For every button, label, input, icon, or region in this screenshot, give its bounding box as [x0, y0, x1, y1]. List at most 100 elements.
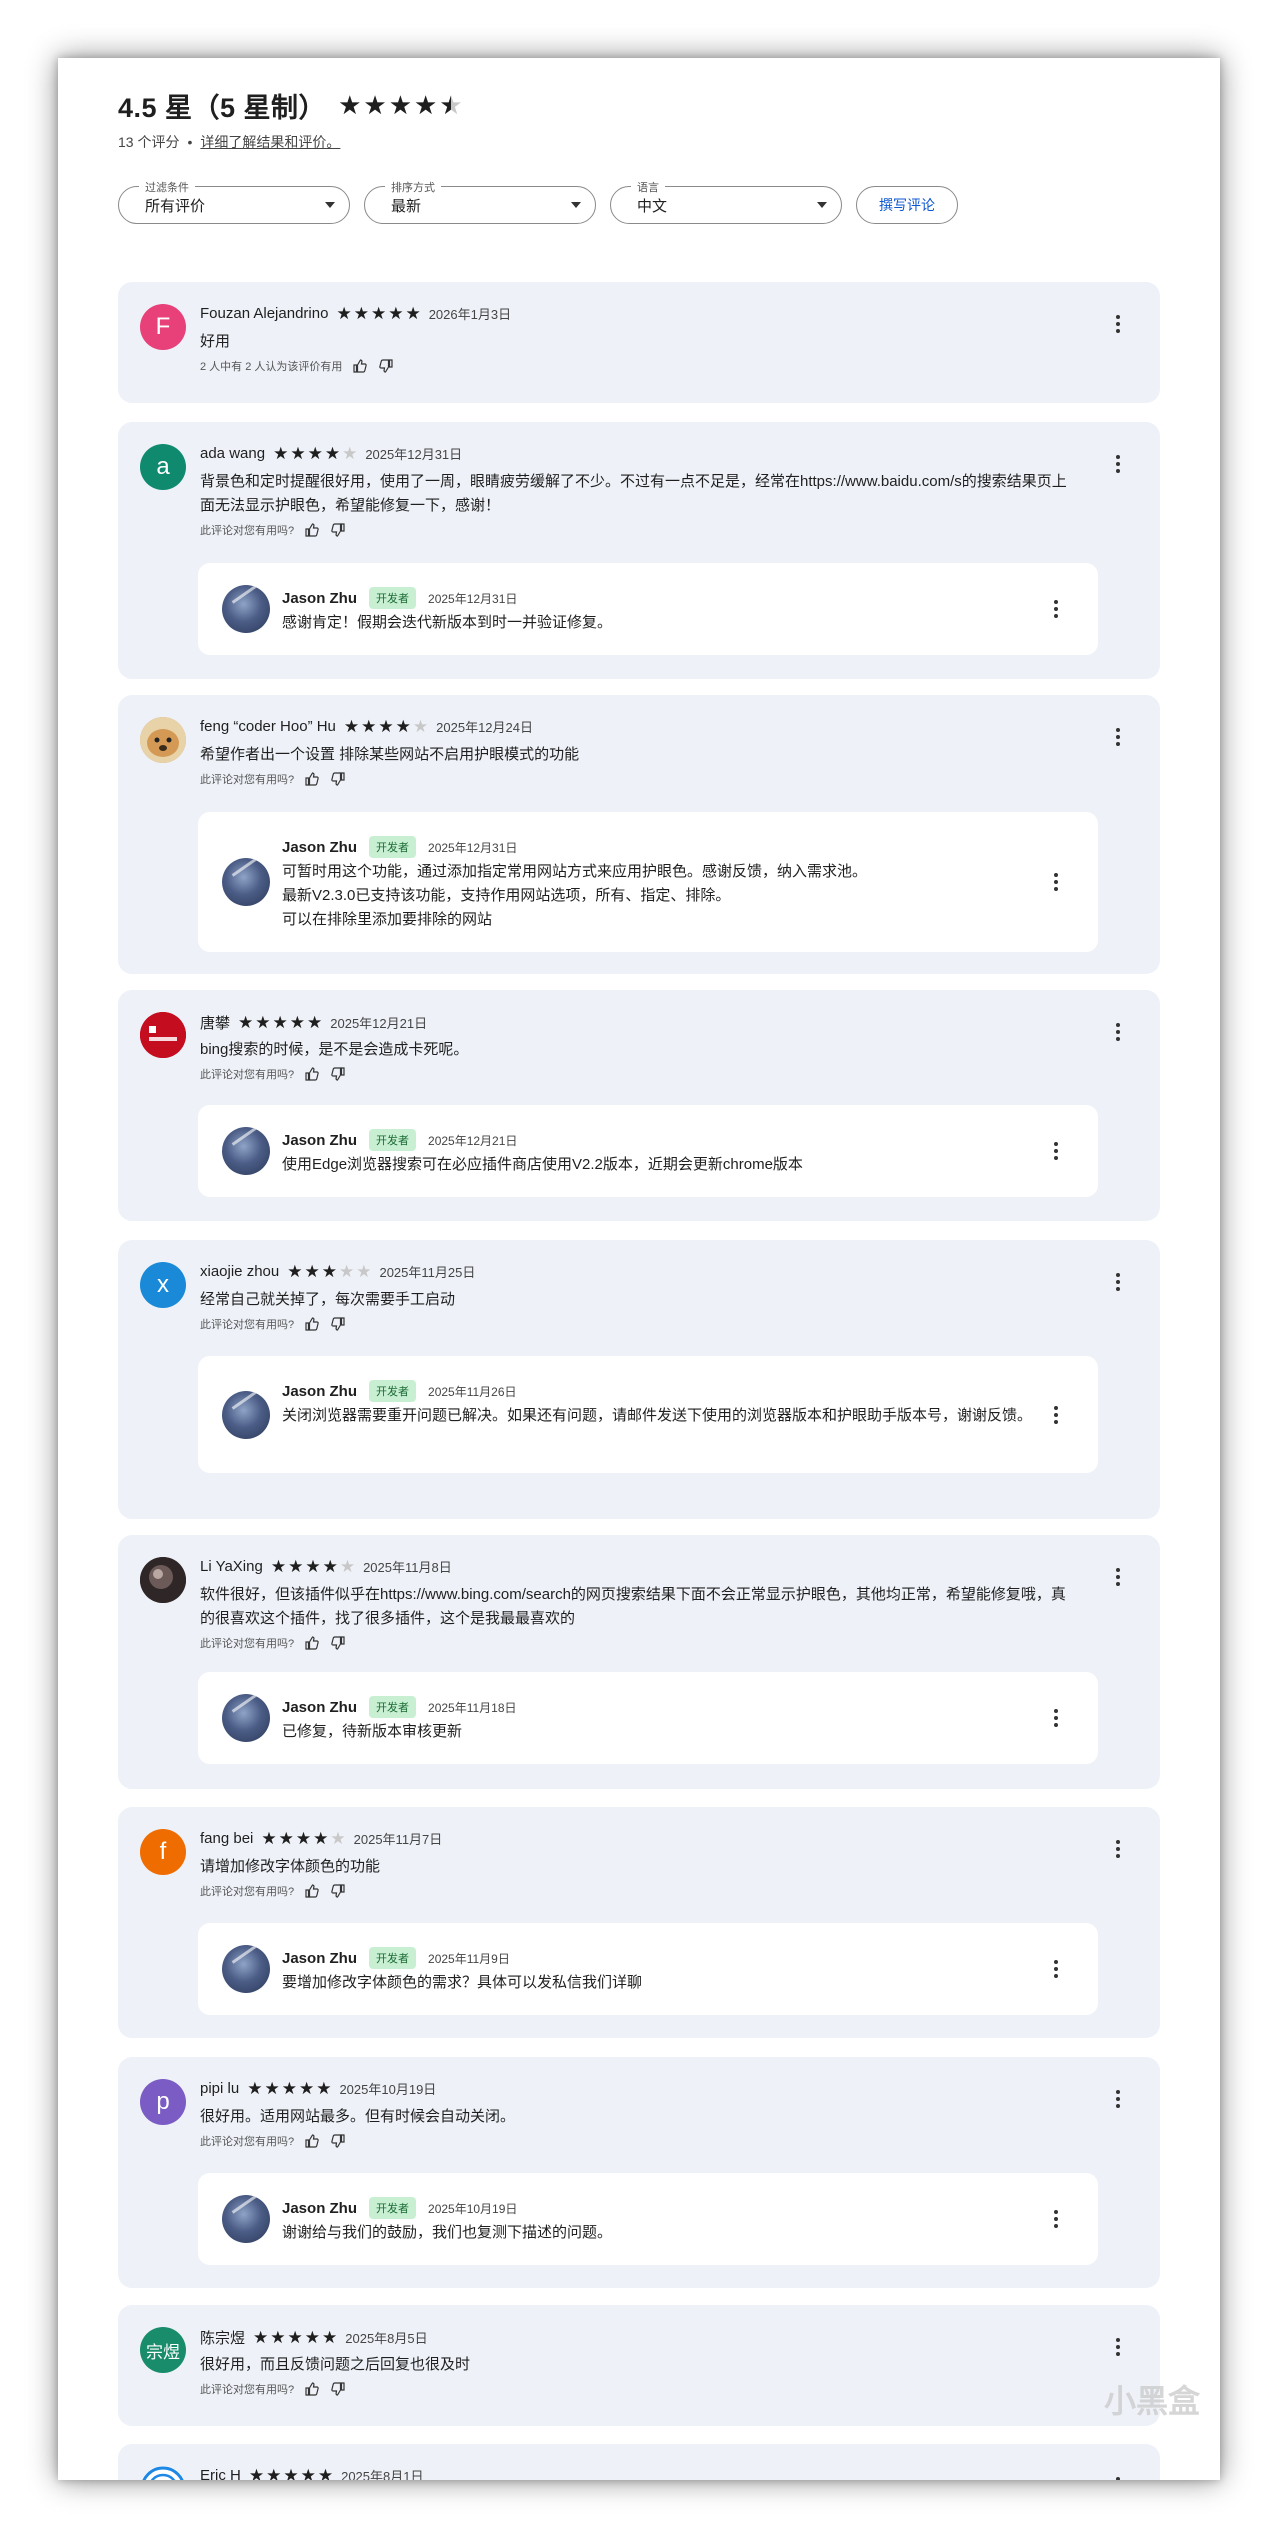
review-author: Eric H: [200, 2467, 241, 2480]
review-date: 2025年8月1日: [341, 2469, 424, 2480]
reply-date: 2025年11月26日: [428, 1384, 517, 1399]
more-options-icon[interactable]: [1106, 1020, 1130, 1044]
more-options-icon[interactable]: [1044, 597, 1068, 621]
thumbs-up-icon[interactable]: [304, 2381, 320, 2397]
thumbs-down-icon[interactable]: [330, 2381, 346, 2397]
review-stars: ★★★★★★★★★★: [247, 2080, 331, 2097]
thumbs-up-icon[interactable]: [304, 1635, 320, 1651]
thumbs-up-icon[interactable]: [304, 522, 320, 538]
avatar-initial: a: [156, 453, 170, 480]
review-stars: ★★★★★★★★★★: [249, 2467, 333, 2480]
more-options-icon[interactable]: [1106, 2087, 1130, 2111]
review-author: Li YaXing: [200, 1558, 263, 1575]
helpful-text: 此评论对您有用吗?: [200, 1886, 295, 1898]
star-icon: ★★: [304, 2328, 321, 2347]
developer-badge: 开发者: [369, 836, 417, 858]
reply-author: Jason Zhu: [282, 2199, 358, 2217]
more-options-icon[interactable]: [1044, 1139, 1068, 1163]
reply-text-line: 谢谢给与我们的鼓励，我们也复测下描述的问题。: [282, 2224, 613, 2241]
review-card: 宗煜 陈宗煜 ★ ★ ★ ★ ★ ★ ★ ★ ★ ★ 2025年8月5日 很好用，而且反馈问题之后回复也很…: [118, 2305, 1160, 2426]
reply-author: Jason Zhu: [282, 1131, 358, 1149]
chevron-down-icon: [571, 202, 581, 208]
star-icon: ★★: [261, 1829, 277, 1848]
thumbs-down-icon[interactable]: [330, 1635, 346, 1651]
thumbs-up-icon[interactable]: [304, 2133, 320, 2149]
star-icon: ★★: [304, 1262, 320, 1281]
thumbs-up-icon[interactable]: [352, 358, 368, 374]
developer-reply: Jason Zhu 开发者 2025年12月21日 使用Edge浏览器搜索可在必应插件…: [198, 1105, 1098, 1197]
review-stars: ★★★★★★★★★★: [261, 1830, 345, 1847]
star-icon: ★★: [353, 304, 369, 323]
star-icon: ★★: [363, 90, 387, 120]
star-icon: ★★: [330, 1829, 346, 1848]
more-options-icon[interactable]: [1044, 1706, 1068, 1730]
more-options-icon[interactable]: [1106, 1565, 1130, 1589]
helpful-text: 此评论对您有用吗?: [200, 774, 295, 786]
language-select[interactable]: 语言 中文: [610, 179, 842, 224]
helpful-text: 2 人中有 2 人认为该评价有用: [200, 361, 343, 373]
filter-select-value: 所有评价: [145, 197, 206, 215]
thumbs-down-icon[interactable]: [330, 522, 346, 538]
avatar: [140, 1012, 186, 1058]
avatar: [140, 1557, 186, 1603]
more-options-icon[interactable]: [1044, 870, 1068, 894]
review-header: Li YaXing★★★★★★★★★★2025年11月8日: [200, 1557, 452, 1576]
more-options-icon[interactable]: [1106, 2474, 1130, 2480]
avatar: 宗煜: [140, 2327, 186, 2373]
rating-subline: 13 个评分 • 详细了解结果和评价。: [118, 132, 1160, 152]
helpful-text: 此评论对您有用吗?: [200, 1319, 295, 1331]
avatar: p: [140, 2079, 186, 2125]
thumbs-up-icon[interactable]: [304, 1316, 320, 1332]
thumbs-up-icon[interactable]: [304, 1066, 320, 1082]
reply-text-line: 已修复，待新版本审核更新: [282, 1723, 463, 1740]
reply-date: 2025年12月31日: [428, 840, 518, 855]
star-icon: ★★: [264, 2079, 280, 2098]
star-icon: ★★: [253, 2328, 269, 2347]
more-options-icon[interactable]: [1106, 1270, 1130, 1294]
helpful-row: 此评论对您有用吗?: [200, 1635, 346, 1651]
developer-badge: 开发者: [369, 1129, 417, 1151]
more-options-icon[interactable]: [1044, 2207, 1068, 2231]
chevron-down-icon: [817, 202, 827, 208]
thumbs-up-icon[interactable]: [304, 771, 320, 787]
developer-badge: 开发者: [369, 1696, 417, 1718]
developer-reply: Jason Zhu 开发者 2025年12月31日 感谢肯定！假期会迭代新版本到时一并…: [198, 563, 1098, 655]
thumbs-down-icon[interactable]: [330, 771, 346, 787]
write-review-button[interactable]: 撰写评论: [856, 186, 958, 224]
thumbs-down-icon[interactable]: [330, 2133, 346, 2149]
reply-author: Jason Zhu: [282, 1949, 358, 1967]
thumbs-down-icon[interactable]: [330, 1066, 346, 1082]
developer-badge: 开发者: [369, 2197, 417, 2219]
filter-select[interactable]: 过滤条件 所有评价: [118, 179, 350, 224]
reply-header: Jason Zhu 开发者 2025年12月31日: [282, 836, 517, 858]
reply-author: Jason Zhu: [282, 1382, 358, 1400]
review-header: feng “coder Hoo” Hu★★★★★★★★★★2025年12月24日: [200, 717, 533, 736]
thumbs-down-icon[interactable]: [330, 1316, 346, 1332]
more-options-icon[interactable]: [1044, 1957, 1068, 1981]
chevron-down-icon: [325, 202, 335, 208]
star-icon: ★★: [356, 1262, 372, 1281]
more-options-icon[interactable]: [1106, 312, 1130, 336]
more-options-icon[interactable]: [1106, 1837, 1130, 1861]
sort-select[interactable]: 排序方式 最新: [364, 179, 596, 224]
reply-text-line: 关闭浏览器需要重开问题已解决。如果还有问题，请邮件发送下使用的浏览器版本和护眼助…: [282, 1407, 1033, 1424]
more-options-icon[interactable]: [1106, 2335, 1130, 2359]
more-options-icon[interactable]: [1106, 725, 1130, 749]
star-icon: ★★: [343, 717, 360, 736]
star-icon: ★★: [255, 1013, 271, 1032]
star-icon: ★★: [305, 1557, 321, 1576]
reply-author: Jason Zhu: [282, 589, 358, 607]
more-options-icon[interactable]: [1106, 452, 1130, 476]
more-options-icon[interactable]: [1044, 1403, 1068, 1427]
thumbs-up-icon[interactable]: [304, 1883, 320, 1899]
review-stars: ★★★★★★★★★★: [273, 445, 357, 462]
details-link[interactable]: 详细了解结果和评价。: [200, 132, 340, 152]
language-select-value: 中文: [637, 197, 668, 215]
thumbs-down-icon[interactable]: [330, 1883, 346, 1899]
reply-date: 2025年11月18日: [428, 1700, 517, 1715]
helpful-text: 此评论对您有用吗?: [200, 1638, 295, 1650]
thumbs-down-icon[interactable]: [378, 358, 394, 374]
developer-badge: 开发者: [369, 1947, 417, 1969]
review-stars: ★★★★★★★★★★: [238, 1014, 322, 1031]
reply-text: 谢谢给与我们的鼓励，我们也复测下描述的问题。: [282, 2221, 1042, 2245]
